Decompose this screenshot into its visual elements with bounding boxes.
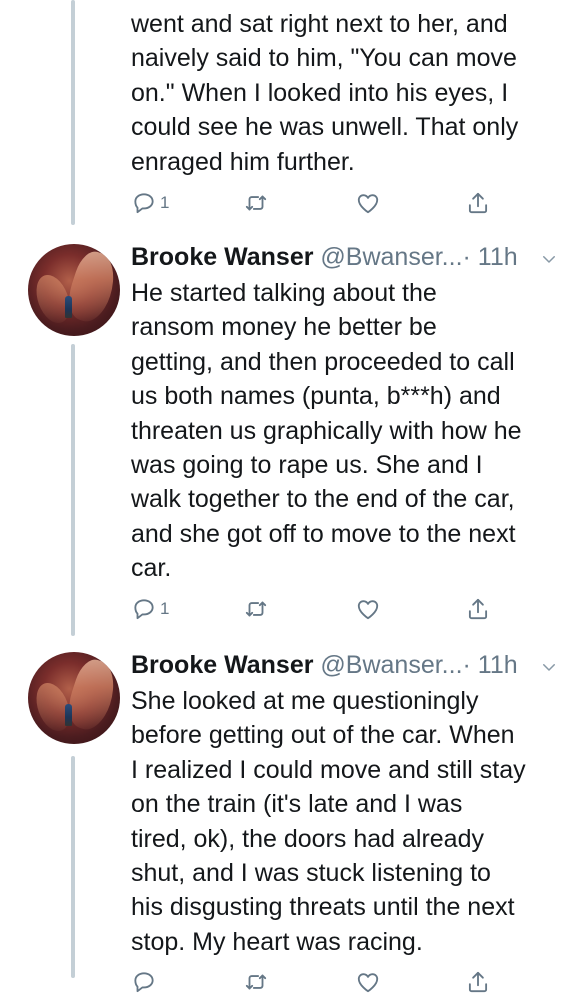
tweet-text: went and sat right next to her, and naiv… <box>131 7 571 179</box>
tweet-text-line: enraged him further. <box>131 147 355 176</box>
tweet-text-line: on the train (it's late and I was <box>131 790 463 819</box>
retweet-button[interactable] <box>243 188 269 218</box>
reply-button[interactable]: 1 <box>131 594 169 624</box>
tweet-text: He started talking about the ransom mone… <box>131 276 571 586</box>
tweet-text-line: went and sat right next to her, and <box>131 10 508 38</box>
reply-icon <box>134 193 154 214</box>
tweet[interactable]: Brooke Wanser @Bwanser...· 11h He starte… <box>0 230 584 640</box>
reply-count: 1 <box>160 193 170 212</box>
tweet-actions: 1 <box>131 188 571 218</box>
tweet-text-line: stop. My heart was racing. <box>131 927 423 956</box>
share-button[interactable] <box>465 188 491 218</box>
retweet-icon <box>245 195 267 211</box>
retweet-button[interactable] <box>243 594 269 624</box>
chevron-down-icon[interactable] <box>540 658 558 676</box>
reply-count: 1 <box>160 599 170 618</box>
tweet-text-line: and she got off to move to the next <box>131 519 516 548</box>
reply-icon <box>134 972 154 993</box>
tweet[interactable]: Brooke Wanser @Bwanser...· 11h She looke… <box>0 640 584 993</box>
retweet-icon <box>245 601 267 617</box>
tweet-text-line: shut, and I was stuck listening to <box>131 859 491 888</box>
tweet-text-line: naively said to him, "You can move <box>131 44 517 73</box>
tweet-text-line: walk together to the end of the car, <box>131 485 515 514</box>
tweet-actions: 1 <box>131 594 571 624</box>
reply-button[interactable]: 1 <box>131 188 169 218</box>
like-button[interactable] <box>355 594 381 624</box>
tweet-timestamp[interactable]: · 11h <box>463 243 518 271</box>
tweet-actions <box>131 967 571 997</box>
tweet-text-line: on." When I looked into his eyes, I <box>131 78 509 107</box>
author-name[interactable]: Brooke Wanser <box>131 243 313 271</box>
reply-icon <box>134 599 154 620</box>
tweet-text-line: getting, and then proceeded to call <box>131 347 515 376</box>
tweet-text-line: She looked at me questioningly <box>131 687 479 715</box>
share-button[interactable] <box>465 967 491 997</box>
tweet-timestamp[interactable]: · 11h <box>463 651 518 679</box>
tweet-text-line: He started talking about the <box>131 279 437 307</box>
tweet-text-line: ransom money he better be <box>131 313 437 342</box>
heart-icon <box>357 194 379 214</box>
chevron-down-icon[interactable] <box>540 250 558 268</box>
reply-button[interactable] <box>131 967 160 997</box>
share-button[interactable] <box>465 594 491 624</box>
tweet-text-line: before getting out of the car. When <box>131 721 515 750</box>
share-icon <box>468 598 488 620</box>
avatar[interactable] <box>28 652 120 744</box>
tweet-text: She looked at me questioningly before ge… <box>131 684 571 959</box>
heart-icon <box>357 973 379 993</box>
share-icon <box>468 971 488 993</box>
tweet-text-line: was going to rape us. She and I <box>131 451 483 480</box>
retweet-button[interactable] <box>243 967 269 997</box>
tweet-text-line: threaten us graphically with how he <box>131 416 522 445</box>
share-icon <box>468 192 488 214</box>
retweet-icon <box>245 974 267 990</box>
like-button[interactable] <box>355 188 381 218</box>
tweet-text-line: his disgusting threats until the next <box>131 893 515 922</box>
tweet[interactable]: went and sat right next to her, and naiv… <box>0 0 584 230</box>
heart-icon <box>357 600 379 620</box>
tweet-header: Brooke Wanser @Bwanser...· 11h <box>131 242 518 272</box>
author-handle[interactable]: @Bwanser... <box>320 243 462 271</box>
tweet-text-line: car. <box>131 554 172 583</box>
avatar[interactable] <box>28 244 120 336</box>
tweet-header: Brooke Wanser @Bwanser...· 11h <box>131 650 518 680</box>
tweet-text-line: I realized I could move and still stay <box>131 755 526 784</box>
tweet-text-line: could see he was unwell. That only <box>131 113 519 142</box>
tweet-text-line: tired, ok), the doors had already <box>131 824 484 853</box>
like-button[interactable] <box>355 967 381 997</box>
author-name[interactable]: Brooke Wanser <box>131 651 313 679</box>
author-handle[interactable]: @Bwanser... <box>320 651 462 679</box>
tweet-text-line: us both names (punta, b***h) and <box>131 382 501 411</box>
